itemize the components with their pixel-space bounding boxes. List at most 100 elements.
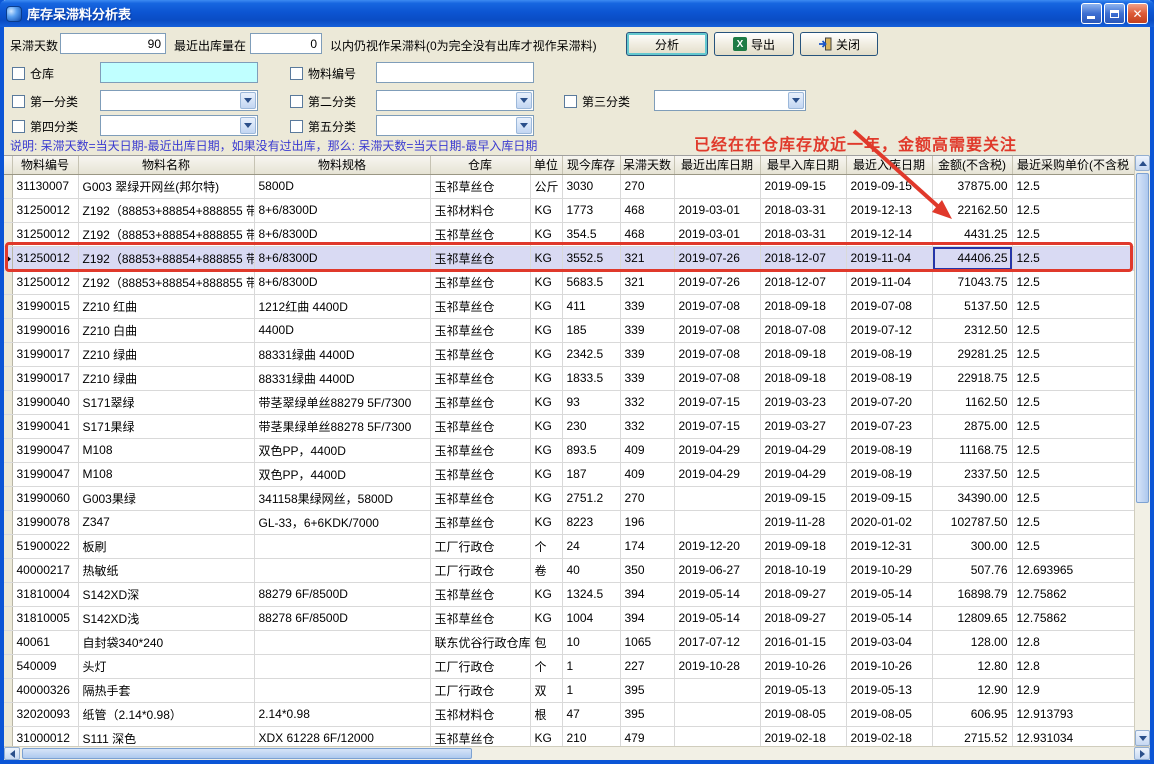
table-cell[interactable]: KG bbox=[530, 606, 562, 630]
table-cell[interactable]: 2019-03-04 bbox=[846, 630, 932, 654]
table-cell[interactable]: 12.5 bbox=[1012, 414, 1134, 438]
chevron-down-icon[interactable] bbox=[240, 92, 256, 109]
table-cell[interactable]: Z210 白曲 bbox=[78, 318, 254, 342]
table-cell[interactable]: 玉祁草丝仓 bbox=[430, 390, 530, 414]
category1-dropdown[interactable] bbox=[100, 90, 258, 111]
table-cell[interactable]: KG bbox=[530, 462, 562, 486]
column-header[interactable]: 现今库存 bbox=[562, 156, 620, 174]
table-cell[interactable]: 479 bbox=[620, 726, 674, 746]
table-cell[interactable]: 2312.50 bbox=[932, 318, 1012, 342]
table-cell[interactable]: KG bbox=[530, 582, 562, 606]
table-cell[interactable]: 2019-08-19 bbox=[846, 462, 932, 486]
table-cell[interactable]: 个 bbox=[530, 534, 562, 558]
table-cell[interactable]: 公斤 bbox=[530, 174, 562, 198]
table-cell[interactable] bbox=[674, 510, 760, 534]
table-cell[interactable]: 2018-03-31 bbox=[760, 222, 846, 246]
table-cell[interactable]: 2.14*0.98 bbox=[254, 702, 430, 726]
table-cell[interactable]: G003 翠绿开网丝(邦尔特) bbox=[78, 174, 254, 198]
table-row[interactable]: 31990060G003果绿341158果绿网丝，5800D玉祁草丝仓KG275… bbox=[4, 486, 1134, 510]
column-header[interactable]: 最近入库日期 bbox=[846, 156, 932, 174]
table-cell[interactable]: 12.5 bbox=[1012, 534, 1134, 558]
table-cell[interactable]: 468 bbox=[620, 198, 674, 222]
table-cell[interactable]: 540009 bbox=[12, 654, 78, 678]
table-cell[interactable]: 2019-02-18 bbox=[846, 726, 932, 746]
table-row[interactable]: 31000012S111 深色XDX 61228 6F/12000玉祁草丝仓KG… bbox=[4, 726, 1134, 746]
table-cell[interactable]: 12.8 bbox=[1012, 654, 1134, 678]
table-cell[interactable]: 8+6/8300D bbox=[254, 246, 430, 270]
table-cell[interactable]: 2019-10-26 bbox=[846, 654, 932, 678]
table-cell[interactable]: 玉祁草丝仓 bbox=[430, 342, 530, 366]
column-header[interactable]: 仓库 bbox=[430, 156, 530, 174]
table-cell[interactable]: 1004 bbox=[562, 606, 620, 630]
table-cell[interactable]: 12.5 bbox=[1012, 486, 1134, 510]
table-cell[interactable]: 带茎果绿单丝88278 5F/7300 bbox=[254, 414, 430, 438]
table-cell[interactable]: KG bbox=[530, 726, 562, 746]
table-cell[interactable]: 12.5 bbox=[1012, 438, 1134, 462]
table-row[interactable]: 40061自封袋340*240联东优谷行政仓库包1010652017-07-12… bbox=[4, 630, 1134, 654]
export-button[interactable]: 导出 bbox=[714, 32, 794, 56]
table-cell[interactable]: 31810004 bbox=[12, 582, 78, 606]
table-cell[interactable]: 44406.25 bbox=[932, 246, 1012, 270]
warehouse-input[interactable] bbox=[100, 62, 258, 83]
row-selector-cell[interactable] bbox=[4, 366, 12, 390]
table-cell[interactable]: 2019-07-08 bbox=[674, 342, 760, 366]
table-cell[interactable]: 2019-04-29 bbox=[674, 462, 760, 486]
table-cell[interactable]: 玉祁草丝仓 bbox=[430, 582, 530, 606]
maximize-button[interactable] bbox=[1104, 3, 1125, 24]
table-cell[interactable]: 2337.50 bbox=[932, 462, 1012, 486]
table-cell[interactable]: 31250012 bbox=[12, 198, 78, 222]
table-cell[interactable]: 12.5 bbox=[1012, 462, 1134, 486]
table-cell[interactable]: 29281.25 bbox=[932, 342, 1012, 366]
table-cell[interactable]: 51900022 bbox=[12, 534, 78, 558]
table-cell[interactable]: 40061 bbox=[12, 630, 78, 654]
table-cell[interactable]: 507.76 bbox=[932, 558, 1012, 582]
table-cell[interactable]: 2019-07-26 bbox=[674, 246, 760, 270]
table-cell[interactable]: 2019-07-08 bbox=[674, 366, 760, 390]
table-cell[interactable]: 玉祁草丝仓 bbox=[430, 486, 530, 510]
table-cell[interactable]: XDX 61228 6F/12000 bbox=[254, 726, 430, 746]
table-cell[interactable]: 31990040 bbox=[12, 390, 78, 414]
table-cell[interactable]: 22918.75 bbox=[932, 366, 1012, 390]
table-cell[interactable] bbox=[254, 534, 430, 558]
table-cell[interactable]: 31250012 bbox=[12, 246, 78, 270]
table-cell[interactable]: 1773 bbox=[562, 198, 620, 222]
table-cell[interactable]: 2019-08-05 bbox=[846, 702, 932, 726]
table-cell[interactable]: 头灯 bbox=[78, 654, 254, 678]
category3-dropdown[interactable] bbox=[654, 90, 806, 111]
table-cell[interactable]: KG bbox=[530, 510, 562, 534]
table-cell[interactable]: 个 bbox=[530, 654, 562, 678]
table-cell[interactable]: 31250012 bbox=[12, 222, 78, 246]
analyze-button[interactable]: 分析 bbox=[626, 32, 708, 56]
table-cell[interactable]: 31810005 bbox=[12, 606, 78, 630]
table-cell[interactable]: 12.5 bbox=[1012, 390, 1134, 414]
column-header[interactable]: 呆滞天数 bbox=[620, 156, 674, 174]
table-cell[interactable]: 88279 6F/8500D bbox=[254, 582, 430, 606]
row-selector-cell[interactable] bbox=[4, 222, 12, 246]
table-cell[interactable]: 230 bbox=[562, 414, 620, 438]
table-cell[interactable]: 2019-06-27 bbox=[674, 558, 760, 582]
table-cell[interactable]: 893.5 bbox=[562, 438, 620, 462]
table-cell[interactable]: 227 bbox=[620, 654, 674, 678]
table-cell[interactable]: GL-33，6+6KDK/7000 bbox=[254, 510, 430, 534]
table-cell[interactable]: 394 bbox=[620, 606, 674, 630]
table-cell[interactable]: 88331绿曲 4400D bbox=[254, 342, 430, 366]
table-cell[interactable]: 196 bbox=[620, 510, 674, 534]
table-cell[interactable]: 2019-05-13 bbox=[760, 678, 846, 702]
table-cell[interactable]: 22162.50 bbox=[932, 198, 1012, 222]
row-selector-cell[interactable] bbox=[4, 342, 12, 366]
table-row[interactable]: 31990078Z347GL-33，6+6KDK/7000玉祁草丝仓KG8223… bbox=[4, 510, 1134, 534]
table-cell[interactable]: 12.5 bbox=[1012, 294, 1134, 318]
row-selector-cell[interactable] bbox=[4, 318, 12, 342]
table-row[interactable]: 51900022板刷工厂行政仓个241742019-12-202019-09-1… bbox=[4, 534, 1134, 558]
table-cell[interactable]: 409 bbox=[620, 462, 674, 486]
table-cell[interactable]: 40000326 bbox=[12, 678, 78, 702]
table-cell[interactable]: 2018-09-18 bbox=[760, 342, 846, 366]
row-selector-cell[interactable] bbox=[4, 630, 12, 654]
table-cell[interactable]: 2019-03-23 bbox=[760, 390, 846, 414]
table-row[interactable]: 31130007G003 翠绿开网丝(邦尔特)5800D玉祁草丝仓公斤30302… bbox=[4, 174, 1134, 198]
table-cell[interactable]: 玉祁草丝仓 bbox=[430, 462, 530, 486]
table-row[interactable]: 31250012Z192（88853+88854+888855 带茎8+6/83… bbox=[4, 222, 1134, 246]
category5-dropdown[interactable] bbox=[376, 115, 534, 136]
table-cell[interactable]: 10 bbox=[562, 630, 620, 654]
table-cell[interactable]: 玉祁草丝仓 bbox=[430, 246, 530, 270]
